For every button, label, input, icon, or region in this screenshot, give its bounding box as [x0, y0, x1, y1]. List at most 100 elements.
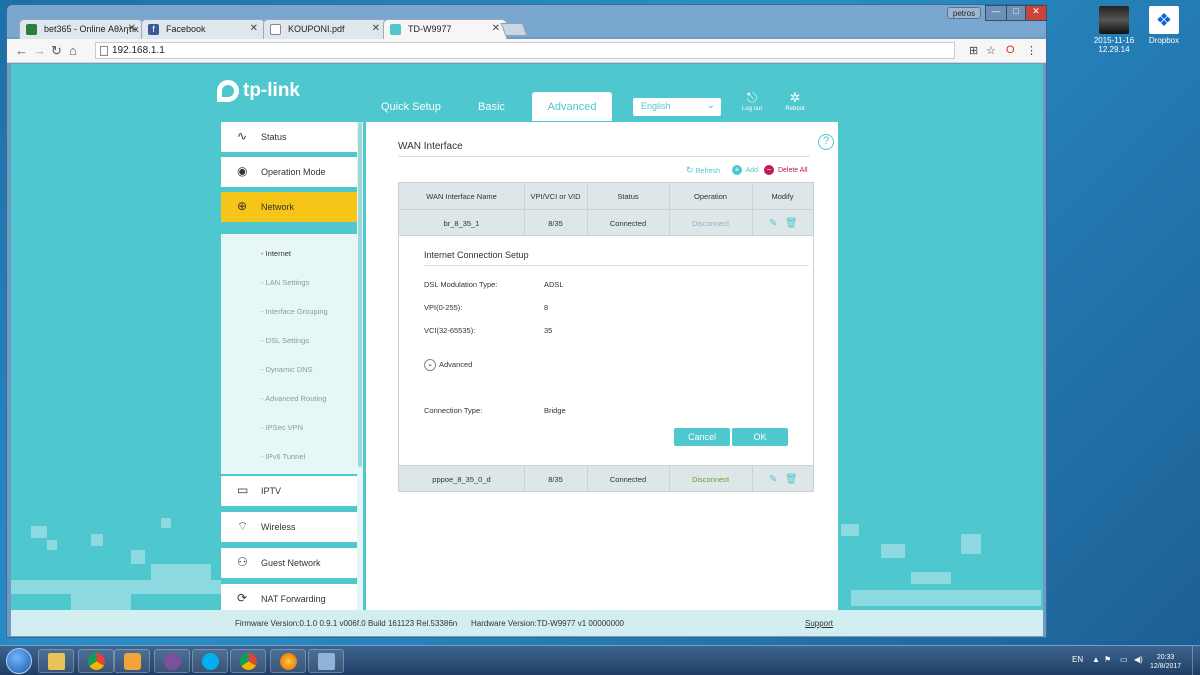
- tab-bet365[interactable]: bet365 - Online Αθλητικ ✕: [19, 19, 143, 39]
- maximize-button[interactable]: □: [1006, 5, 1026, 21]
- refresh-button[interactable]: ↻ Refresh: [686, 165, 720, 176]
- submenu-lan-settings[interactable]: - LAN Settings: [261, 278, 309, 287]
- windows-start-button[interactable]: [6, 648, 32, 674]
- back-arrow-icon[interactable]: ←: [15, 43, 28, 58]
- close-window-button[interactable]: ✕: [1025, 5, 1047, 21]
- edit-icon[interactable]: ✎: [769, 218, 777, 229]
- support-link[interactable]: Support: [805, 619, 833, 628]
- disconnect-link[interactable]: Disconnect: [669, 475, 752, 484]
- firmware-version: Firmware Version:0.1.0 0.9.1 v006f.0 Bui…: [235, 619, 458, 628]
- tab-advanced[interactable]: Advanced: [532, 92, 612, 121]
- show-desktop-button[interactable]: [1192, 646, 1200, 675]
- add-label: Add: [745, 166, 759, 174]
- col-header-modify: Modify: [771, 192, 794, 201]
- submenu-dynamic-dns[interactable]: - Dynamic DNS: [261, 365, 313, 374]
- taskbar-chrome[interactable]: [78, 649, 114, 673]
- language-select[interactable]: English ⌄: [633, 98, 721, 116]
- language-value: English: [641, 101, 671, 111]
- ok-button[interactable]: OK: [732, 428, 788, 446]
- reload-icon[interactable]: ↻: [51, 43, 62, 59]
- reboot-label: Reboot: [785, 106, 805, 112]
- facebook-favicon: f: [148, 24, 159, 35]
- tab-strip: bet365 - Online Αθλητικ ✕ f Facebook ✕ K…: [7, 5, 1047, 39]
- profile-badge[interactable]: petros: [947, 7, 981, 19]
- close-icon[interactable]: ✕: [492, 23, 500, 34]
- close-icon[interactable]: ✕: [372, 23, 380, 34]
- table-row[interactable]: pppoe_8_35_0_d 8/35 Connected Disconnect…: [399, 465, 813, 492]
- tray-expand-icon[interactable]: ▲: [1092, 655, 1100, 664]
- sidebar-item-status[interactable]: ∿ Status: [221, 122, 357, 152]
- close-icon[interactable]: ✕: [250, 23, 258, 34]
- taskbar-viber[interactable]: [154, 649, 190, 673]
- tab-facebook[interactable]: f Facebook ✕: [141, 19, 265, 39]
- sidebar-item-guest-network[interactable]: ⚇ Guest Network: [221, 548, 357, 578]
- system-clock[interactable]: 20:33 12/8/2017: [1150, 653, 1181, 671]
- tab-quick-setup[interactable]: Quick Setup: [381, 92, 441, 121]
- taskbar-network-app[interactable]: [308, 649, 344, 673]
- reboot-button[interactable]: ✲ Reboot: [775, 90, 815, 112]
- input-language[interactable]: EN: [1072, 655, 1083, 664]
- network-submenu: - Internet - LAN Settings - Interface Gr…: [221, 234, 357, 474]
- sidebar-item-network[interactable]: ⊕ Network: [221, 192, 357, 222]
- refresh-icon: ↻: [686, 165, 694, 175]
- edit-icon[interactable]: ✎: [769, 474, 777, 485]
- skype-icon: [202, 653, 219, 670]
- submenu-ipv6-tunnel[interactable]: - IPv6 Tunnel: [261, 452, 305, 461]
- help-icon[interactable]: ?: [818, 134, 834, 150]
- forward-arrow-icon[interactable]: →: [33, 43, 46, 58]
- advanced-toggle[interactable]: ⌄ Advanced: [424, 359, 472, 371]
- submenu-ipsec-vpn[interactable]: - IPSec VPN: [261, 423, 303, 432]
- submenu-internet[interactable]: - Internet: [261, 249, 291, 258]
- logout-icon: ⎋: [746, 90, 758, 105]
- close-icon[interactable]: ✕: [128, 23, 136, 34]
- minimize-button[interactable]: —: [985, 5, 1007, 21]
- url-text: 192.168.1.1: [112, 45, 165, 56]
- sidebar-scroll-thumb[interactable]: [358, 122, 362, 467]
- cell-vpivci: 8/35: [548, 219, 563, 228]
- cancel-button[interactable]: Cancel: [674, 428, 730, 446]
- tray-network-icon[interactable]: ⚑: [1104, 655, 1111, 664]
- advanced-label: Advanced: [439, 359, 473, 369]
- menu-dots-icon[interactable]: ⋮: [1026, 44, 1037, 57]
- sidebar-item-label: Operation Mode: [261, 167, 326, 177]
- sidebar-item-iptv[interactable]: ▭ IPTV: [221, 476, 357, 506]
- cell-status: Connected: [609, 475, 647, 484]
- tab-td-w9977[interactable]: TD-W9977 ✕: [383, 19, 507, 39]
- sidebar-item-label: Guest Network: [261, 558, 321, 568]
- desktop-dropbox-shortcut[interactable]: ❖ Dropbox: [1134, 6, 1194, 45]
- opera-icon[interactable]: O: [1006, 44, 1015, 56]
- taskbar-firefox[interactable]: [270, 649, 306, 673]
- sidebar-item-wireless[interactable]: ⌔ Wireless: [221, 512, 357, 542]
- trash-icon[interactable]: 🗑: [785, 218, 798, 229]
- add-button[interactable]: + Add: [732, 165, 758, 175]
- submenu-dsl-settings[interactable]: - DSL Settings: [261, 336, 309, 345]
- volume-icon[interactable]: ◀): [1134, 655, 1143, 664]
- url-input[interactable]: 192.168.1.1: [95, 42, 955, 59]
- submenu-interface-grouping[interactable]: - Interface Grouping: [261, 307, 328, 316]
- trash-icon[interactable]: 🗑: [785, 474, 798, 485]
- page-icon: [100, 46, 108, 56]
- taskbar-chrome-2[interactable]: [230, 649, 266, 673]
- taskbar-media-player[interactable]: [114, 649, 150, 673]
- col-header-name: WAN Interface Name: [426, 192, 497, 201]
- new-tab-button[interactable]: [500, 23, 528, 36]
- document-icon: [270, 24, 281, 35]
- submenu-advanced-routing[interactable]: - Advanced Routing: [261, 394, 326, 403]
- delete-all-button[interactable]: − Delete All: [764, 165, 808, 175]
- taskbar-skype[interactable]: [192, 649, 228, 673]
- tray-monitor-icon[interactable]: ▭: [1120, 655, 1128, 664]
- logout-button[interactable]: ⎋ Log out: [732, 90, 772, 112]
- home-icon[interactable]: ⌂: [69, 43, 77, 58]
- translate-icon[interactable]: ⊞: [969, 44, 978, 57]
- sidebar-item-operation-mode[interactable]: ◉ Operation Mode: [221, 157, 357, 187]
- tab-kouponi[interactable]: KOUPONI.pdf ✕: [263, 19, 387, 39]
- tab-basic[interactable]: Basic: [478, 92, 505, 121]
- taskbar-explorer[interactable]: [38, 649, 74, 673]
- tplink-logo-mark: [217, 80, 239, 102]
- col-header-status: Status: [617, 192, 639, 201]
- sidebar-item-label: IPTV: [261, 486, 282, 496]
- router-page: tp-link Quick Setup Basic Advanced Engli…: [11, 64, 1043, 636]
- bookmark-star-icon[interactable]: ☆: [986, 44, 996, 57]
- cell-name: pppoe_8_35_0_d: [432, 475, 491, 484]
- table-row[interactable]: br_8_35_1 8/35 Connected Disconnect ✎ 🗑: [399, 209, 813, 236]
